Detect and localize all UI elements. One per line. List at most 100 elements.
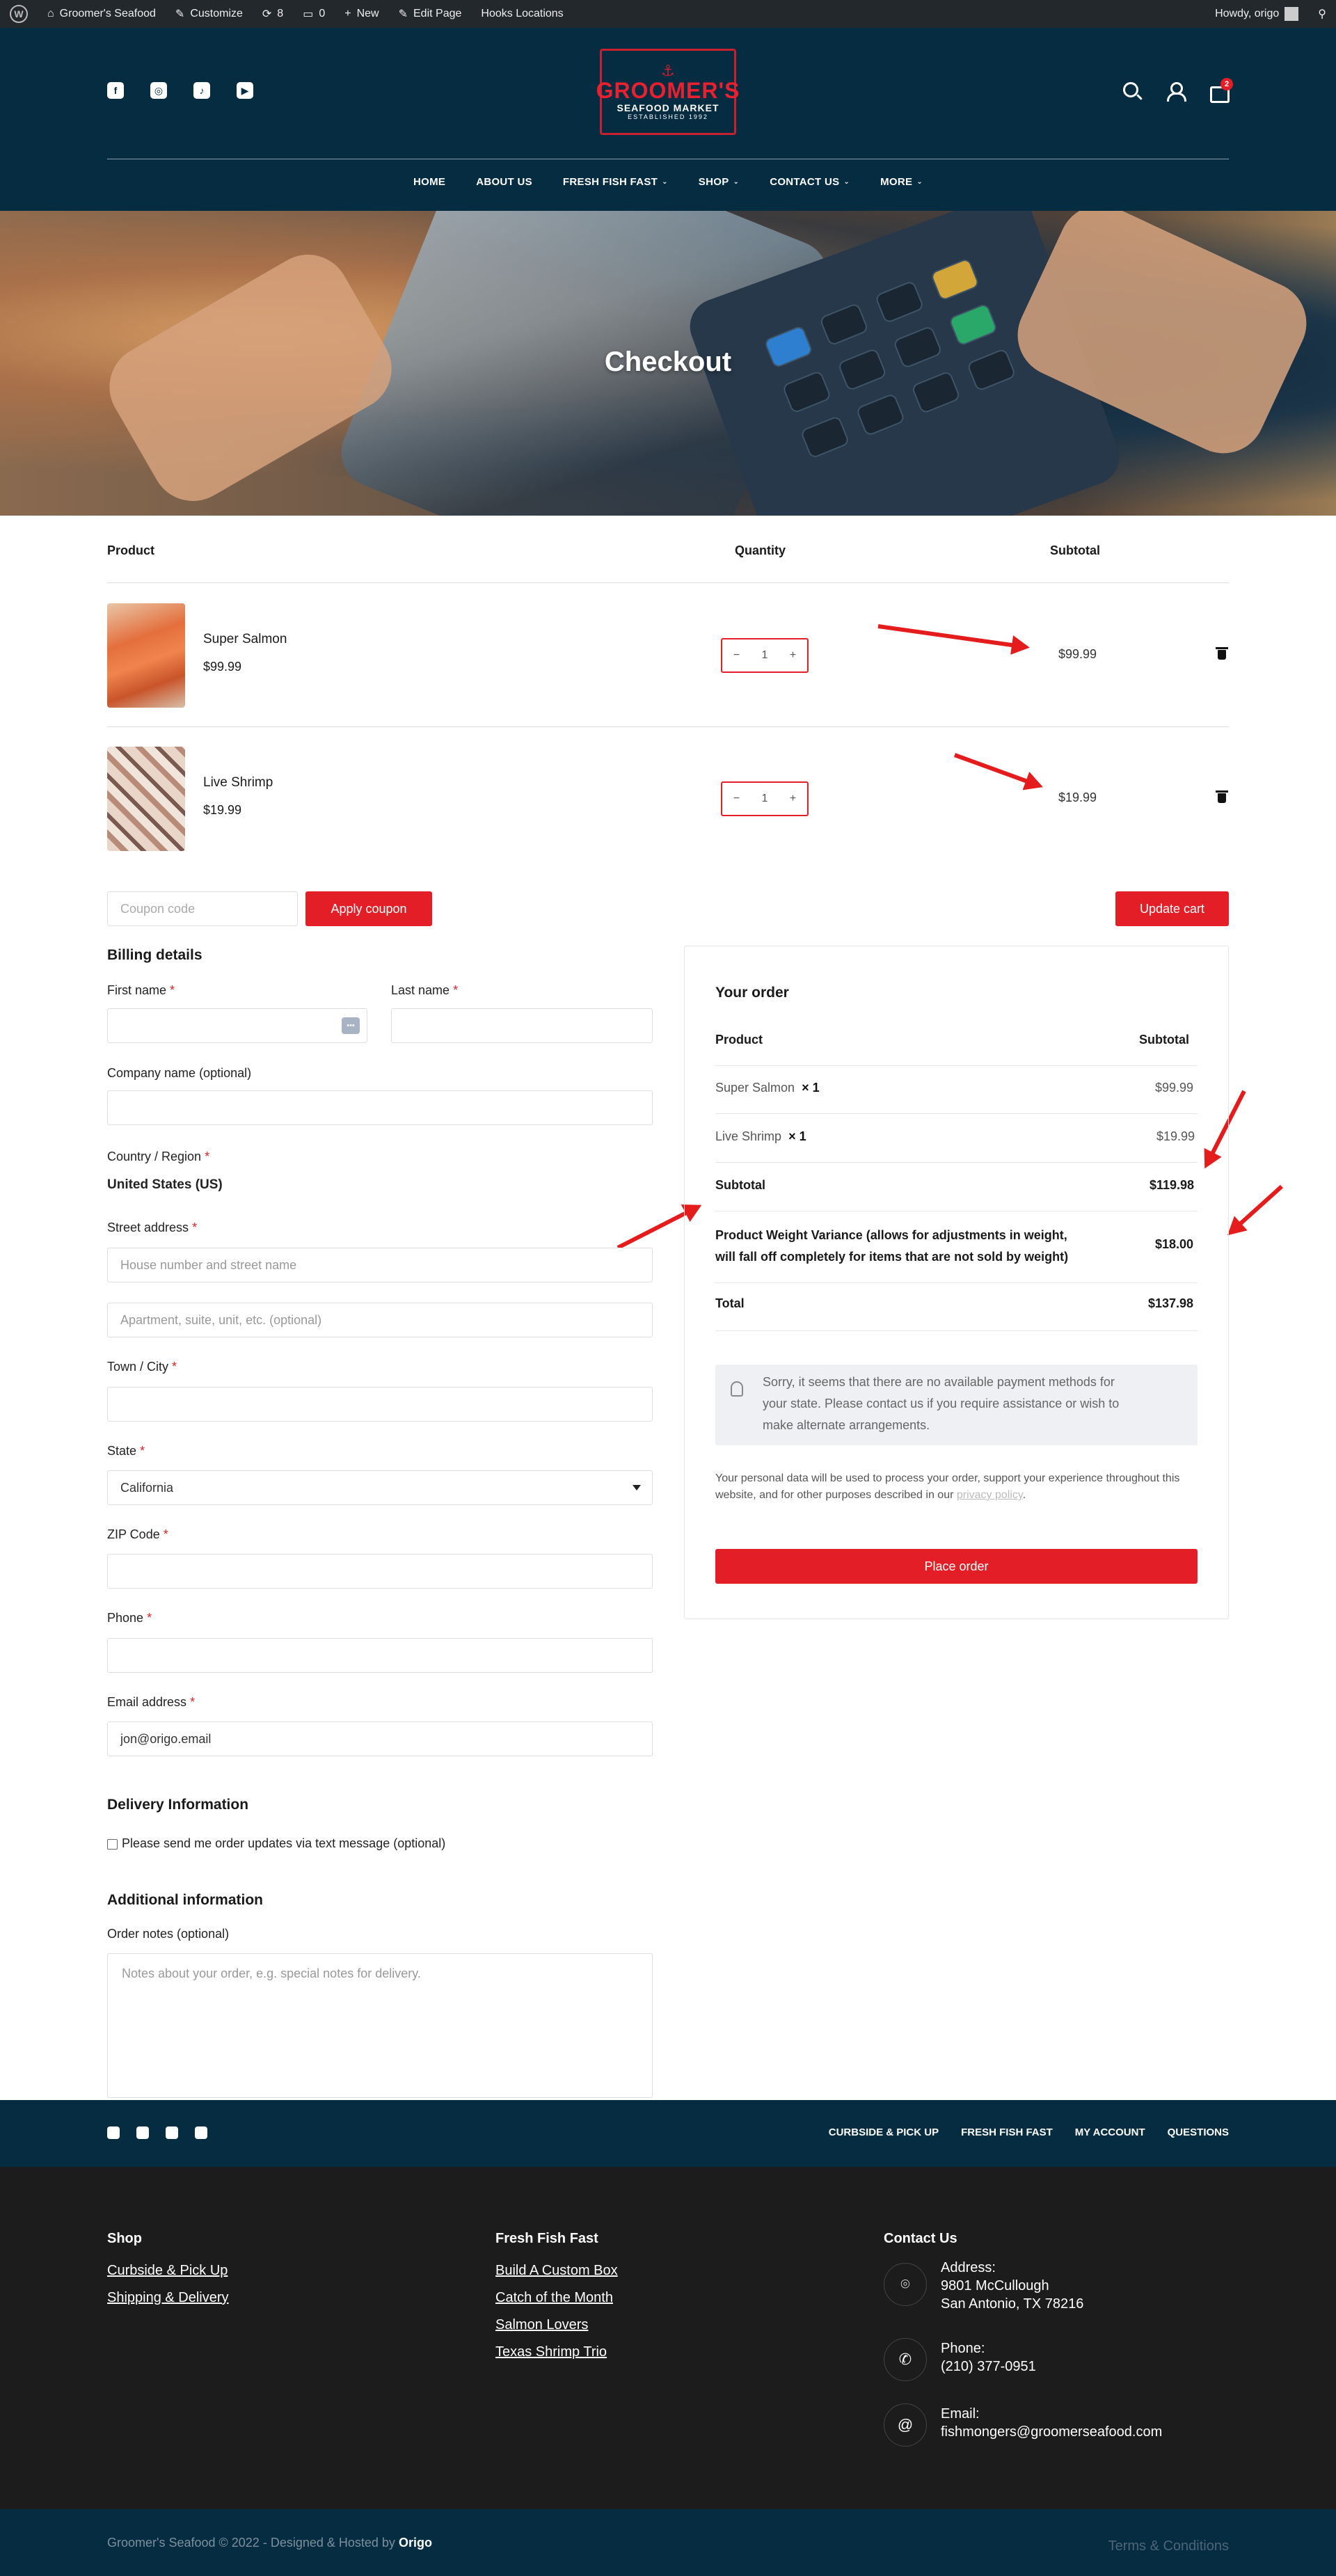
phone-label: Phone * bbox=[107, 1611, 152, 1625]
footer-link[interactable]: Salmon Lovers bbox=[495, 2317, 588, 2333]
sms-updates-checkbox[interactable] bbox=[107, 1839, 118, 1850]
cart-count-badge: 2 bbox=[1220, 78, 1233, 90]
facebook-icon[interactable]: f bbox=[107, 82, 124, 99]
street-address-field[interactable]: House number and street name bbox=[107, 1248, 653, 1282]
nav-more[interactable]: MORE ⌄ bbox=[880, 176, 923, 188]
coupon-input[interactable]: Coupon code bbox=[107, 891, 298, 926]
footer-link-questions[interactable]: QUESTIONS bbox=[1168, 2126, 1229, 2138]
product-image-shrimp[interactable] bbox=[107, 747, 185, 851]
wordpress-menu[interactable]: W bbox=[0, 0, 38, 28]
hero-banner: Checkout bbox=[0, 211, 1336, 516]
divider bbox=[715, 1065, 1198, 1066]
sms-updates-label[interactable]: Please send me order updates via text me… bbox=[122, 1836, 445, 1851]
footer-link-fresh-fish-fast[interactable]: FRESH FISH FAST bbox=[961, 2126, 1053, 2138]
refresh-icon: ⟳ bbox=[262, 8, 272, 20]
admin-updates-link[interactable]: ⟳ 8 bbox=[253, 0, 293, 28]
tiktok-icon[interactable] bbox=[166, 2126, 178, 2139]
pencil-icon: ✎ bbox=[398, 8, 408, 20]
search-button[interactable] bbox=[1122, 81, 1141, 100]
qty-minus-button[interactable]: − bbox=[733, 793, 740, 805]
quantity-stepper[interactable]: − 1 + bbox=[721, 638, 809, 673]
admin-site-link[interactable]: ⌂ Groomer's Seafood bbox=[38, 0, 166, 28]
order-notes-label: Order notes (optional) bbox=[107, 1927, 230, 1941]
youtube-icon[interactable] bbox=[195, 2126, 207, 2139]
apartment-field[interactable]: Apartment, suite, unit, etc. (optional) bbox=[107, 1303, 653, 1337]
nav-about-us[interactable]: ABOUT US bbox=[476, 176, 532, 188]
chevron-down-icon: ⌄ bbox=[843, 178, 850, 186]
qty-value[interactable]: 1 bbox=[762, 649, 768, 662]
footer-link-curbside[interactable]: CURBSIDE & PICK UP bbox=[829, 2126, 939, 2138]
admin-bar: W ⌂ Groomer's Seafood ✎ Customize ⟳ 8 ▭ 0 + N… bbox=[0, 0, 1336, 28]
order-notes-field[interactable]: Notes about your order, e.g. special not… bbox=[107, 1953, 653, 2098]
footer-phone[interactable]: Phone: (210) 377-0951 bbox=[941, 2339, 1036, 2376]
instagram-icon[interactable]: ◎ bbox=[150, 82, 167, 99]
footer-link[interactable]: Shipping & Delivery bbox=[107, 2290, 229, 2306]
caret-down-icon bbox=[633, 1485, 641, 1490]
phone-field[interactable] bbox=[107, 1638, 653, 1673]
city-field[interactable] bbox=[107, 1387, 653, 1422]
footer-link[interactable]: Curbside & Pick Up bbox=[107, 2263, 228, 2279]
site-logo[interactable]: ⚓ GROOMER'S SEAFOOD MARKET ESTABLISHED 1… bbox=[596, 49, 739, 135]
payment-notice: Sorry, it seems that there are no availa… bbox=[715, 1365, 1198, 1445]
tiktok-icon[interactable]: ♪ bbox=[193, 82, 210, 99]
instagram-icon[interactable] bbox=[136, 2126, 149, 2139]
admin-comments-link[interactable]: ▭ 0 bbox=[293, 0, 335, 28]
brush-icon: ✎ bbox=[175, 8, 185, 20]
admin-new-link[interactable]: + New bbox=[335, 0, 388, 28]
search-icon: ⚲ bbox=[1318, 8, 1326, 20]
cart-icon[interactable]: 2 bbox=[1208, 78, 1233, 103]
footer-address: Address: 9801 McCullough San Antonio, TX 7… bbox=[941, 2260, 1084, 2312]
admin-edit-page-link[interactable]: ✎ Edit Page bbox=[389, 0, 472, 28]
last-name-label: Last name * bbox=[391, 983, 459, 997]
update-cart-button[interactable]: Update cart bbox=[1115, 891, 1229, 926]
qty-plus-button[interactable]: + bbox=[790, 649, 796, 662]
nav-fresh-fish-fast[interactable]: FRESH FISH FAST ⌄ bbox=[563, 176, 668, 188]
youtube-icon[interactable]: ▶ bbox=[237, 82, 253, 99]
divider bbox=[107, 582, 1229, 583]
terms-link[interactable]: Terms & Conditions bbox=[1108, 2538, 1229, 2554]
qty-minus-button[interactable]: − bbox=[733, 649, 740, 662]
cart-item-name[interactable]: Super Salmon bbox=[203, 632, 287, 647]
weight-variance-value: $18.00 bbox=[1155, 1237, 1194, 1251]
product-image-salmon[interactable] bbox=[107, 603, 185, 708]
footer-link-my-account[interactable]: MY ACCOUNT bbox=[1075, 2126, 1145, 2138]
nav-contact-us[interactable]: CONTACT US ⌄ bbox=[770, 176, 850, 188]
admin-hooks-link[interactable]: Hooks Locations bbox=[471, 0, 573, 28]
nav-shop[interactable]: SHOP ⌄ bbox=[699, 176, 739, 188]
state-select[interactable]: California bbox=[107, 1470, 653, 1505]
account-icon[interactable] bbox=[1165, 81, 1186, 102]
last-name-field[interactable] bbox=[391, 1008, 653, 1043]
admin-customize-link[interactable]: ✎ Customize bbox=[166, 0, 253, 28]
footer-link[interactable]: Texas Shrimp Trio bbox=[495, 2344, 607, 2360]
order-subtotal-label: Subtotal bbox=[715, 1178, 765, 1192]
order-col-product: Product bbox=[715, 1033, 763, 1047]
apply-coupon-button[interactable]: Apply coupon bbox=[305, 891, 432, 926]
delivery-title: Delivery Information bbox=[107, 1797, 249, 1813]
autofill-icon[interactable]: ••• bbox=[342, 1017, 360, 1034]
admin-account-menu[interactable]: Howdy, origo bbox=[1205, 0, 1308, 28]
privacy-policy-link[interactable]: privacy policy bbox=[957, 1489, 1023, 1501]
origo-link[interactable]: Origo bbox=[399, 2536, 432, 2550]
trash-icon[interactable] bbox=[1216, 790, 1228, 803]
cart-item-name[interactable]: Live Shrimp bbox=[203, 775, 273, 790]
facebook-icon[interactable] bbox=[107, 2126, 120, 2139]
footer-link[interactable]: Build A Custom Box bbox=[495, 2263, 618, 2279]
first-name-field[interactable]: ••• bbox=[107, 1008, 367, 1043]
footer-link[interactable]: Catch of the Month bbox=[495, 2290, 613, 2306]
quantity-stepper[interactable]: − 1 + bbox=[721, 781, 809, 816]
order-row-price: $19.99 bbox=[1156, 1129, 1195, 1143]
company-field[interactable] bbox=[107, 1090, 653, 1125]
nav-home[interactable]: HOME bbox=[413, 176, 445, 188]
footer-email[interactable]: Email: fishmongers@groomerseafood.com bbox=[941, 2405, 1162, 2441]
admin-search-button[interactable]: ⚲ bbox=[1308, 0, 1336, 28]
email-field[interactable]: jon@origo.email bbox=[107, 1722, 653, 1756]
place-order-button[interactable]: Place order bbox=[715, 1549, 1198, 1584]
annotation-arrow bbox=[953, 753, 1037, 787]
page-title: Checkout bbox=[604, 347, 732, 377]
copyright-text: Groomer's Seafood © 2022 - Designed & Ho… bbox=[107, 2536, 432, 2550]
zip-field[interactable] bbox=[107, 1554, 653, 1589]
qty-value[interactable]: 1 bbox=[762, 793, 768, 805]
footer-social-links bbox=[107, 2126, 207, 2139]
trash-icon[interactable] bbox=[1216, 647, 1228, 660]
qty-plus-button[interactable]: + bbox=[790, 793, 796, 805]
